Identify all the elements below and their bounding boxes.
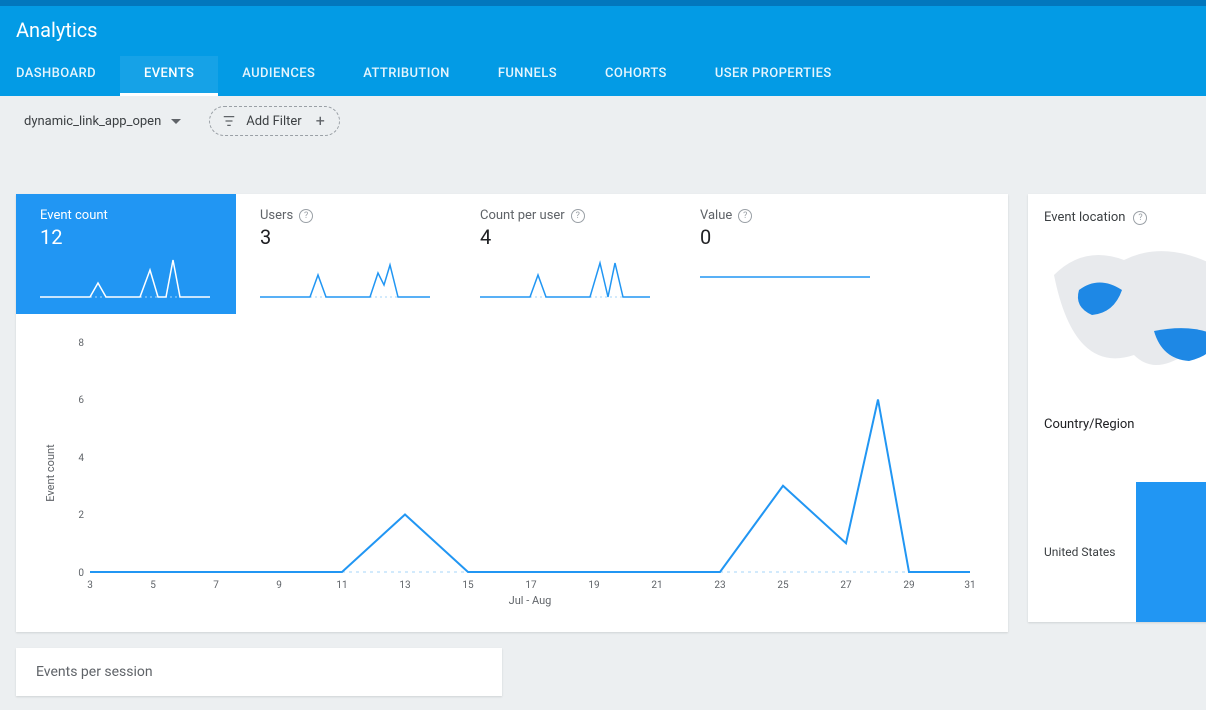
metric-label: Users ? [260, 208, 438, 223]
event-select[interactable]: dynamic_link_app_open [16, 108, 189, 135]
tab-events[interactable]: EVENTS [120, 56, 218, 96]
chevron-down-icon [171, 119, 181, 124]
help-icon[interactable]: ? [299, 209, 313, 223]
filterbar: dynamic_link_app_open Add Filter + [0, 96, 1206, 146]
sparkline [480, 255, 650, 300]
plus-icon: + [312, 113, 329, 129]
svg-text:6: 6 [78, 395, 84, 406]
help-icon[interactable]: ? [738, 209, 752, 223]
metric-row: Event count 12 Users ? 3 [16, 194, 1008, 314]
help-icon[interactable]: ? [571, 209, 585, 223]
svg-text:25: 25 [777, 580, 789, 591]
y-axis-label: Event count [44, 444, 57, 501]
event-location-card: Event location ? Country/Region United S… [1028, 194, 1206, 622]
country-label: United States [1044, 545, 1115, 559]
event-location-title: Event location ? [1044, 210, 1206, 225]
svg-text:7: 7 [213, 580, 219, 591]
map [1044, 225, 1206, 405]
metric-label: Value ? [700, 208, 878, 223]
metric-count-per-user[interactable]: Count per user ? 4 [456, 194, 676, 314]
globe-icon [1044, 235, 1206, 395]
events-per-session-card: Events per session [16, 648, 502, 696]
svg-text:13: 13 [399, 580, 410, 591]
svg-text:4: 4 [78, 453, 84, 464]
sparkline [700, 255, 870, 300]
svg-text:27: 27 [840, 580, 852, 591]
metric-label-text: Event count [40, 208, 108, 223]
country-row[interactable]: United States [1044, 432, 1206, 622]
metric-value-text: 0 [700, 223, 878, 249]
sparkline [40, 255, 210, 300]
svg-text:21: 21 [651, 580, 662, 591]
svg-text:9: 9 [276, 580, 282, 591]
svg-text:23: 23 [714, 580, 725, 591]
help-icon[interactable]: ? [1133, 211, 1147, 225]
svg-text:19: 19 [588, 580, 599, 591]
page-title: Analytics [16, 18, 1190, 56]
tab-user-properties[interactable]: USER PROPERTIES [715, 56, 832, 96]
tabs: DASHBOARD EVENTS AUDIENCES ATTRIBUTION F… [16, 56, 1190, 96]
svg-text:29: 29 [903, 580, 914, 591]
line-chart: 0 2 4 6 8 3 5 7 9 11 13 15 17 19 [40, 332, 984, 622]
metric-value: 12 [40, 223, 218, 249]
events-per-session-title: Events per session [36, 664, 153, 680]
tab-attribution[interactable]: ATTRIBUTION [363, 56, 450, 96]
add-filter-button[interactable]: Add Filter + [209, 106, 340, 136]
metric-value: 4 [480, 223, 658, 249]
tab-dashboard[interactable]: DASHBOARD [16, 56, 96, 96]
tab-funnels[interactable]: FUNNELS [498, 56, 557, 96]
tab-audiences[interactable]: AUDIENCES [242, 56, 315, 96]
main-card: Event count 12 Users ? 3 [16, 194, 1008, 632]
content: Event count 12 Users ? 3 [0, 146, 1206, 632]
svg-text:11: 11 [336, 580, 347, 591]
svg-text:3: 3 [87, 580, 93, 591]
metric-value[interactable]: Value ? 0 [676, 194, 896, 314]
svg-text:17: 17 [525, 580, 537, 591]
svg-text:15: 15 [462, 580, 474, 591]
metric-label: Count per user ? [480, 208, 658, 223]
country-region-header: Country/Region [1044, 405, 1206, 432]
sparkline [260, 255, 430, 300]
metric-event-count[interactable]: Event count 12 [16, 194, 236, 314]
add-filter-label: Add Filter [246, 114, 301, 129]
header: Analytics DASHBOARD EVENTS AUDIENCES ATT… [0, 6, 1206, 96]
metric-label-text: Users [260, 208, 293, 223]
tab-cohorts[interactable]: COHORTS [605, 56, 667, 96]
event-select-value: dynamic_link_app_open [24, 114, 161, 129]
svg-text:31: 31 [964, 580, 975, 591]
svg-text:5: 5 [150, 580, 156, 591]
event-count-chart: Event count 0 2 4 6 8 3 5 7 9 [16, 314, 1008, 632]
metric-label-text: Count per user [480, 208, 565, 223]
country-bar [1136, 482, 1206, 622]
svg-text:8: 8 [78, 338, 84, 349]
metric-users[interactable]: Users ? 3 [236, 194, 456, 314]
metric-value: 3 [260, 223, 438, 249]
metric-label: Event count [40, 208, 218, 223]
x-axis-label: Jul - Aug [509, 594, 552, 607]
filter-icon [222, 114, 236, 128]
metric-label-text: Value [700, 208, 732, 223]
event-location-title-text: Event location [1044, 210, 1125, 225]
svg-text:0: 0 [78, 568, 84, 579]
svg-text:2: 2 [78, 510, 84, 521]
